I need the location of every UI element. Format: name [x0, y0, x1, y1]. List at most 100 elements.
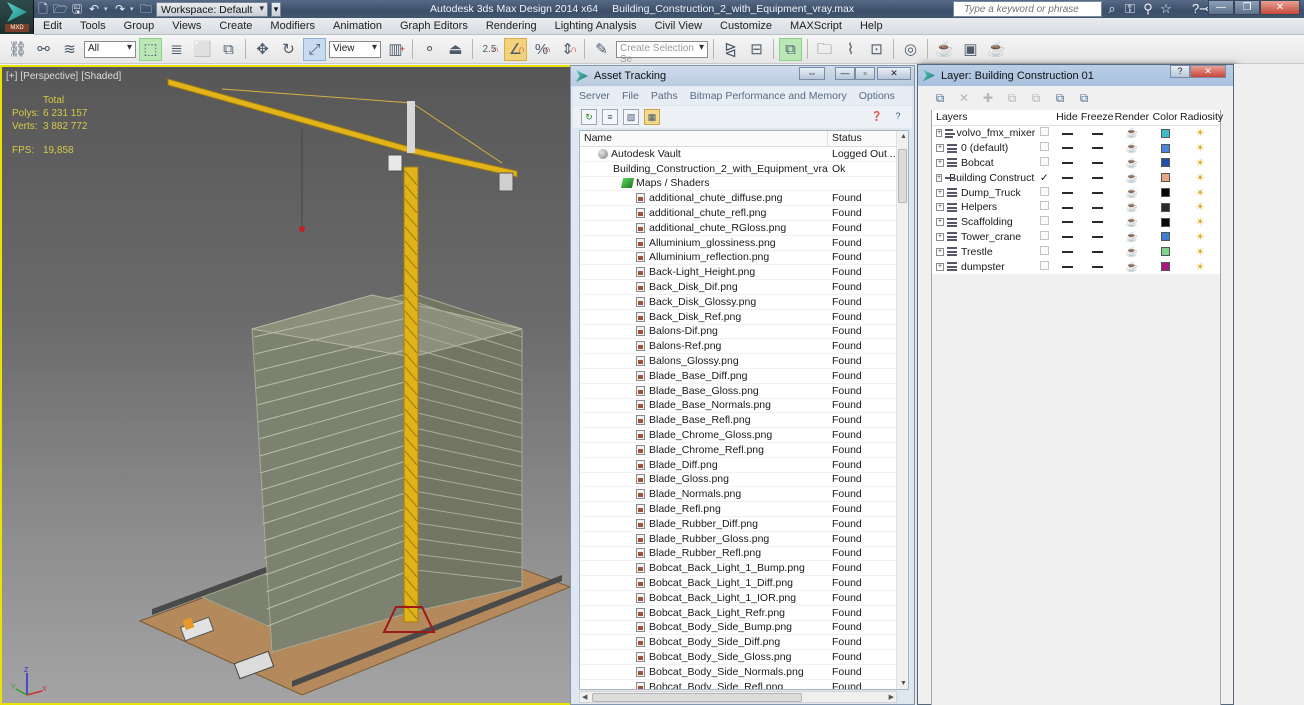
- radiosity-toggle[interactable]: ☀: [1180, 172, 1220, 184]
- asset-file-row[interactable]: Back_Disk_Glossy.png Found: [580, 295, 908, 310]
- menu-views[interactable]: Views: [163, 20, 210, 32]
- scroll-thumb[interactable]: [592, 693, 802, 702]
- color-swatch[interactable]: [1160, 143, 1170, 153]
- asset-file-row[interactable]: Back_Disk_Ref.png Found: [580, 310, 908, 325]
- align-icon[interactable]: ⊟: [745, 38, 768, 61]
- layer-row[interactable]: + dumpster ☕ ☀: [932, 259, 1220, 274]
- spinner-snap-icon[interactable]: ⇕ ∩: [556, 38, 579, 61]
- color-swatch[interactable]: [1160, 217, 1170, 227]
- highlight-selected-layer-icon[interactable]: ⧉: [1028, 90, 1044, 106]
- layer-color-cell[interactable]: [1150, 158, 1180, 168]
- asset-file-row[interactable]: Bobcat_Back_Light_1_Diff.png Found: [580, 576, 908, 591]
- menu-customize[interactable]: Customize: [711, 20, 781, 32]
- asset-file-row[interactable]: Blade_Base_Diff.png Found: [580, 369, 908, 384]
- radiosity-toggle[interactable]: ☀: [1180, 201, 1220, 213]
- workspace-select[interactable]: Workspace: Default: [156, 1, 268, 17]
- asset-file-row[interactable]: Bobcat_Back_Light_1_IOR.png Found: [580, 591, 908, 606]
- render-toggle[interactable]: ☕: [1114, 216, 1151, 228]
- infocenter-search-input[interactable]: [953, 1, 1102, 17]
- asset-file-row[interactable]: Bobcat_Body_Side_Diff.png Found: [580, 635, 908, 651]
- menu-edit[interactable]: Edit: [34, 20, 71, 32]
- add-selection-to-layer-icon[interactable]: ✚: [980, 90, 996, 106]
- asset-maximize-button[interactable]: ▫: [855, 67, 875, 80]
- layer-color-cell[interactable]: [1150, 188, 1180, 198]
- menu-modifiers[interactable]: Modifiers: [261, 20, 324, 32]
- layer-row[interactable]: + Bobcat ☕ ☀: [932, 155, 1220, 171]
- asset-file-row[interactable]: Blade_Diff.png Found: [580, 458, 908, 473]
- menu-lighting-analysis[interactable]: Lighting Analysis: [546, 20, 646, 32]
- key-icon[interactable]: ⚿: [1122, 1, 1138, 17]
- window-crossing-icon[interactable]: ⧉: [217, 38, 240, 61]
- scroll-down-icon[interactable]: ▼: [900, 680, 907, 687]
- asset-file-row[interactable]: additional_chute_RGloss.png Found: [580, 221, 908, 236]
- select-object-icon[interactable]: ⬚: [139, 37, 162, 61]
- asset-close-button[interactable]: ✕: [877, 67, 911, 80]
- color-swatch[interactable]: [1160, 128, 1170, 138]
- named-selection-set-select[interactable]: Create Selection Se: [616, 40, 708, 65]
- layer-color-cell[interactable]: [1150, 217, 1180, 227]
- radiosity-toggle[interactable]: ☀: [1180, 231, 1220, 243]
- asset-file-row[interactable]: Blade_Rubber_Gloss.png Found: [580, 532, 908, 547]
- save-icon[interactable]: 🖫: [70, 2, 84, 16]
- expand-icon[interactable]: +: [936, 158, 944, 167]
- scroll-up-icon[interactable]: ▲: [900, 133, 907, 140]
- radiosity-toggle[interactable]: ☀: [1180, 187, 1220, 199]
- layer-row[interactable]: +0 (default) ☕ ☀: [932, 140, 1220, 156]
- minimize-button[interactable]: —: [1208, 0, 1234, 15]
- angle-snap-icon[interactable]: ∠ ∩: [504, 37, 527, 61]
- create-layer-icon[interactable]: ⧉: [932, 90, 948, 106]
- current-layer-toggle[interactable]: [1035, 127, 1053, 139]
- asset-file-row[interactable]: Blade_Rubber_Diff.png Found: [580, 517, 908, 532]
- edit-named-selection-icon[interactable]: ✎: [590, 38, 613, 61]
- perspective-viewport[interactable]: [+] [Perspective] [Shaded] Total Polys: 6 …: [0, 65, 572, 705]
- color-swatch[interactable]: [1160, 247, 1170, 257]
- select-and-link-icon[interactable]: ⛓: [6, 38, 29, 61]
- asset-file-row[interactable]: Blade_Chrome_Gloss.png Found: [580, 428, 908, 443]
- layer-color-cell[interactable]: [1150, 247, 1180, 257]
- select-by-name-icon[interactable]: ≣: [165, 38, 188, 61]
- expand-icon[interactable]: +: [936, 129, 943, 138]
- layer-row[interactable]: + Scaffolding ☕ ☀: [932, 214, 1220, 230]
- current-checkbox[interactable]: [1039, 216, 1049, 226]
- layer-color-cell[interactable]: [1150, 262, 1180, 272]
- current-checkbox[interactable]: [1039, 245, 1049, 255]
- render-toggle[interactable]: ☕: [1114, 201, 1151, 213]
- expand-icon[interactable]: +: [936, 218, 944, 227]
- hide-toggle[interactable]: [1053, 216, 1081, 228]
- menu-graph-editors[interactable]: Graph Editors: [391, 20, 477, 32]
- current-checkbox[interactable]: [1039, 230, 1049, 240]
- current-checkbox[interactable]: [1039, 156, 1049, 166]
- color-swatch[interactable]: [1160, 262, 1170, 272]
- expand-icon[interactable]: +: [936, 203, 944, 212]
- render-toggle[interactable]: ☕: [1114, 127, 1151, 139]
- current-layer-toggle[interactable]: [1035, 245, 1053, 258]
- curve-editor-icon[interactable]: ⌇: [839, 38, 862, 61]
- current-layer-toggle[interactable]: [1035, 142, 1053, 154]
- column-layers[interactable]: Layers: [932, 110, 1035, 125]
- manipulate-icon[interactable]: ⚬: [418, 38, 441, 61]
- column-render[interactable]: Render: [1114, 110, 1151, 125]
- asset-file-row[interactable]: Bobcat_Body_Side_Gloss.png Found: [580, 650, 908, 665]
- refresh-icon[interactable]: ↻: [581, 109, 597, 125]
- undo-icon[interactable]: ↶: [87, 2, 101, 16]
- column-status[interactable]: Status: [828, 131, 896, 146]
- select-and-move-icon[interactable]: ✥: [251, 38, 274, 61]
- layer-color-cell[interactable]: [1150, 202, 1180, 212]
- unlink-selection-icon[interactable]: ⚯: [32, 38, 55, 61]
- reference-coordinate-select[interactable]: View: [329, 40, 381, 58]
- layer-manager-icon[interactable]: ⧉: [779, 37, 802, 61]
- radiosity-toggle[interactable]: ☀: [1180, 142, 1220, 154]
- schematic-view-icon[interactable]: ⊡: [865, 38, 888, 61]
- asset-file-row[interactable]: additional_chute_diffuse.png Found: [580, 191, 908, 207]
- asset-file-row[interactable]: Back-Light_Height.png Found: [580, 265, 908, 281]
- expand-icon[interactable]: +: [936, 144, 944, 153]
- hide-toggle[interactable]: [1053, 142, 1081, 154]
- color-swatch[interactable]: [1160, 188, 1170, 198]
- hide-toggle[interactable]: [1053, 157, 1081, 169]
- mirror-icon[interactable]: ⧎: [719, 38, 742, 61]
- render-toggle[interactable]: ☕: [1114, 172, 1151, 184]
- undo-dropdown[interactable]: ▾: [104, 5, 110, 13]
- asset-menu-paths[interactable]: Paths: [645, 90, 684, 102]
- render-toggle[interactable]: ☕: [1114, 231, 1151, 243]
- render-setup-icon[interactable]: ☕: [933, 38, 956, 61]
